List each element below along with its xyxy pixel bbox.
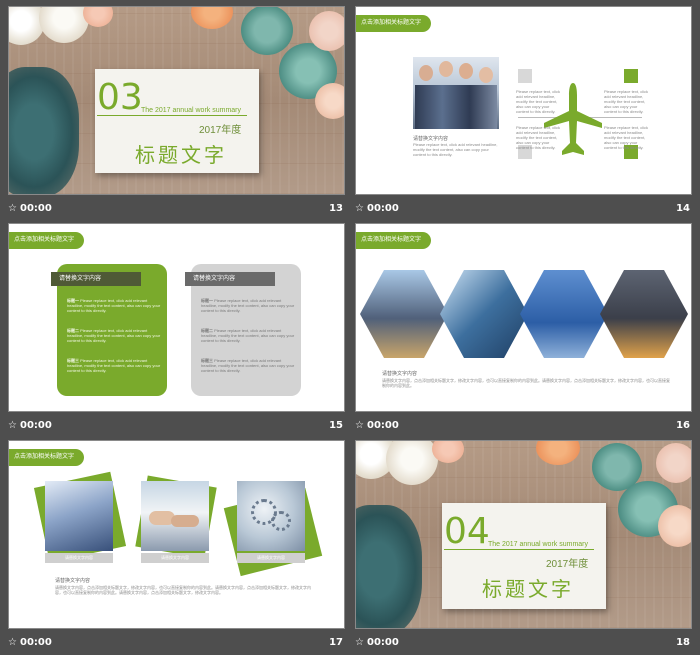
slide-timing: 00:00 — [20, 203, 52, 214]
content-card-grey: 请替换文字内容 标题一 Please replace text, click a… — [185, 264, 301, 396]
slide-14-canvas[interactable]: 点击添加相关标题文字 请替换文字内容 Please replace text, … — [355, 6, 692, 195]
slide-18-canvas[interactable]: 04 The 2017 annual work summary 2017年度 标… — [355, 440, 692, 629]
slide-tag: 点击添加相关标题文字 — [356, 232, 432, 249]
star-icon[interactable]: ☆ — [8, 420, 17, 431]
slide-17-canvas[interactable]: 点击添加相关标题文字 请替换文字内容 请替换文字内容 请替换文字内容 请替换文字… — [8, 440, 345, 629]
year-text: 2017年度 — [199, 125, 242, 136]
greenery-image — [9, 67, 79, 194]
slide-title: 标题文字 — [482, 577, 574, 601]
slide-13-canvas[interactable]: 03 The 2017 annual work summary 2017年度 标… — [8, 6, 345, 195]
hexagon-photo — [440, 270, 528, 358]
card-item-text: Please replace text, click add relevant … — [201, 298, 295, 313]
slide-thumbnail-16[interactable]: 点击添加相关标题文字 请替换文字内容 请替换文字内容，点击添加相关标题文字，修改… — [355, 223, 692, 438]
slide-tag: 点击添加相关标题文字 — [9, 232, 85, 249]
slide-meta-18: ☆ 00:00 18 — [355, 629, 692, 655]
divider-line — [97, 115, 247, 116]
title-card: 04 The 2017 annual work summary 2017年度 标… — [442, 503, 606, 609]
card-header: 请替换文字内容 — [185, 272, 275, 286]
photo-label: 请替换文字内容 — [141, 553, 209, 563]
gallery-caption: 请替换文字内容 — [382, 371, 418, 377]
subtitle-text: The 2017 annual work summary — [141, 107, 241, 114]
star-icon[interactable]: ☆ — [8, 203, 17, 214]
title-card: 03 The 2017 annual work summary 2017年度 标… — [95, 69, 259, 173]
section-caption: 请替换文字内容 — [55, 578, 91, 584]
card-item: 标题二 Please replace text, click add relev… — [201, 328, 297, 343]
hexagon-photo — [520, 270, 608, 358]
photo-caption: 请替换文字内容 — [413, 136, 449, 142]
slide-timing: 00:00 — [20, 420, 52, 431]
star-icon[interactable]: ☆ — [355, 203, 364, 214]
slide-number: 18 — [676, 637, 690, 648]
slide-timing: 00:00 — [20, 637, 52, 648]
slide-meta-15: ☆ 00:00 15 — [8, 412, 345, 438]
slide-thumbnail-15[interactable]: 点击添加相关标题文字 请替换文字内容 标题一 Please replace te… — [8, 223, 345, 438]
info-box-green — [624, 69, 638, 83]
slide-meta-14: ☆ 00:00 14 — [355, 195, 692, 221]
slide-timing: 00:00 — [367, 637, 399, 648]
succulent-image — [241, 7, 293, 55]
team-photo — [413, 57, 499, 129]
photo-label: 请替换文字内容 — [45, 553, 113, 563]
info-text: Please replace text, click add relevant … — [604, 125, 649, 150]
hexagon-photo — [600, 270, 688, 358]
content-card-green: 请替换文字内容 标题一 Please replace text, click a… — [51, 264, 167, 396]
info-box-grey — [518, 69, 532, 83]
card-item-text: Please replace text, click add relevant … — [67, 298, 161, 313]
slide-title: 标题文字 — [135, 143, 227, 167]
peach-flower-image — [315, 83, 344, 119]
slide-number: 16 — [676, 420, 690, 431]
year-text: 2017年度 — [546, 559, 589, 570]
card-item: 标题一 Please replace text, click add relev… — [201, 298, 297, 313]
card-item: 标题一 Please replace text, click add relev… — [67, 298, 163, 313]
slide-thumbnail-17[interactable]: 点击添加相关标题文字 请替换文字内容 请替换文字内容 请替换文字内容 请替换文字… — [8, 440, 345, 655]
slide-thumbnail-18[interactable]: 04 The 2017 annual work summary 2017年度 标… — [355, 440, 692, 655]
photo-handshake — [141, 481, 209, 551]
card-item: 标题三 Please replace text, click add relev… — [67, 358, 163, 373]
card-item-text: Please replace text, click add relevant … — [67, 358, 161, 373]
slide-timing: 00:00 — [367, 203, 399, 214]
info-text: Please replace text, click add relevant … — [516, 125, 561, 150]
divider-line — [444, 549, 594, 550]
slide-tag: 点击添加相关标题文字 — [9, 449, 85, 466]
slide-thumbnail-13[interactable]: 03 The 2017 annual work summary 2017年度 标… — [8, 6, 345, 221]
slide-15-canvas[interactable]: 点击添加相关标题文字 请替换文字内容 标题一 Please replace te… — [8, 223, 345, 412]
slide-thumbnail-14[interactable]: 点击添加相关标题文字 请替换文字内容 Please replace text, … — [355, 6, 692, 221]
slide-meta-17: ☆ 00:00 17 — [8, 629, 345, 655]
photo-label: 请替换文字内容 — [237, 553, 305, 563]
slide-number: 17 — [329, 637, 343, 648]
slide-number: 13 — [329, 203, 343, 214]
photo-gears — [237, 481, 305, 551]
peach-flower-image — [658, 505, 691, 547]
subtitle-text: The 2017 annual work summary — [488, 541, 588, 548]
card-item: 标题二 Please replace text, click add relev… — [67, 328, 163, 343]
slide-meta-13: ☆ 00:00 13 — [8, 195, 345, 221]
slide-timing: 00:00 — [367, 420, 399, 431]
slide-16-canvas[interactable]: 点击添加相关标题文字 请替换文字内容 请替换文字内容，点击添加相关标题文字，修改… — [355, 223, 692, 412]
slide-number: 14 — [676, 203, 690, 214]
card-item-text: Please replace text, click add relevant … — [201, 328, 295, 343]
city-hexagon-gallery — [360, 270, 688, 358]
info-text: Please replace text, click add relevant … — [604, 89, 649, 114]
section-number: 04 — [444, 511, 490, 552]
card-item-text: Please replace text, click add relevant … — [67, 328, 161, 343]
star-icon[interactable]: ☆ — [355, 420, 364, 431]
photo-description: Please replace text, click add relevant … — [413, 142, 498, 157]
pink-flower-image — [656, 443, 691, 483]
star-icon[interactable]: ☆ — [355, 637, 364, 648]
info-text: Please replace text, click add relevant … — [516, 89, 561, 114]
pink-flower-image — [309, 11, 344, 51]
section-number: 03 — [97, 77, 143, 118]
slide-tag: 点击添加相关标题文字 — [356, 15, 432, 32]
slide-number: 15 — [329, 420, 343, 431]
photo-people — [45, 481, 113, 551]
card-item-text: Please replace text, click add relevant … — [201, 358, 295, 373]
slide-meta-16: ☆ 00:00 16 — [355, 412, 692, 438]
gallery-description: 请替换文字内容，点击添加相关标题文字，修改文字内容，也可以直接复制你的内容到此。… — [382, 378, 670, 388]
card-header: 请替换文字内容 — [51, 272, 141, 286]
card-item: 标题三 Please replace text, click add relev… — [201, 358, 297, 373]
hexagon-photo — [360, 270, 448, 358]
star-icon[interactable]: ☆ — [8, 637, 17, 648]
section-description: 请替换文字内容，点击添加相关标题文字，修改文字内容，也可以直接复制你的内容到此。… — [55, 585, 311, 595]
greenery-image — [356, 505, 422, 628]
